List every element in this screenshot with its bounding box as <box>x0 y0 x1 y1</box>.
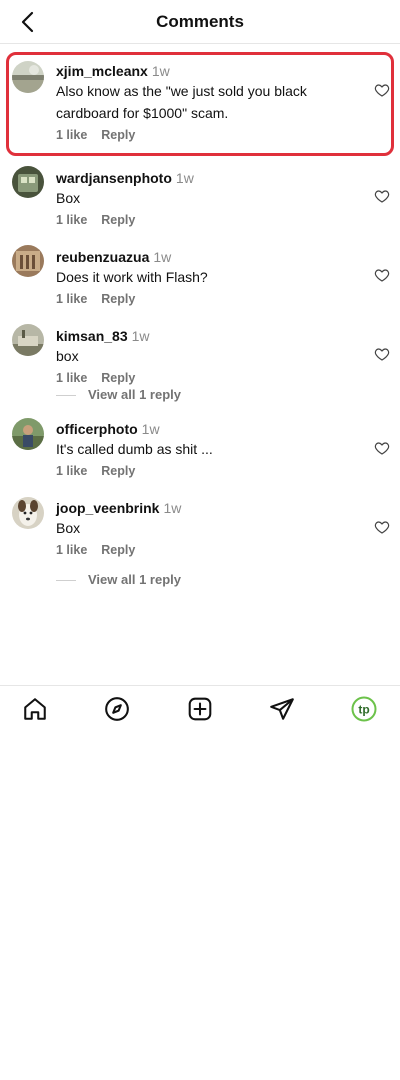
comment-list: xjim_mcleanx 1w Also know as the "we just… <box>0 52 400 591</box>
page-title: Comments <box>156 12 244 31</box>
comment-username[interactable]: joop_veenbrink <box>56 500 159 516</box>
comment-username[interactable]: xjim_mcleanx <box>56 63 148 79</box>
comment-time: 1w <box>141 421 160 437</box>
profile-avatar: tp <box>351 696 377 722</box>
comment-username[interactable]: reubenzuazua <box>56 249 149 265</box>
reply-button[interactable]: Reply <box>101 292 135 306</box>
avatar[interactable] <box>12 166 44 198</box>
like-count[interactable]: 1 like <box>56 543 87 557</box>
comment-time: 1w <box>151 63 170 79</box>
reply-button[interactable]: Reply <box>101 128 135 142</box>
like-count[interactable]: 1 like <box>56 371 87 385</box>
nav-explore[interactable] <box>104 696 130 722</box>
bottom-nav: tp <box>0 685 400 731</box>
send-icon <box>270 698 294 720</box>
comments-header: Comments <box>0 0 400 44</box>
comment-username[interactable]: wardjansenphoto <box>56 170 172 186</box>
reply-divider <box>56 395 76 396</box>
comment-item: xjim_mcleanx 1w Also know as the "we just… <box>0 52 400 156</box>
comment-item: kimsan_83 1w box 1 like Reply <box>0 314 400 386</box>
heart-icon[interactable] <box>374 519 390 535</box>
avatar[interactable] <box>12 418 44 450</box>
comment-time: 1w <box>175 170 194 186</box>
nav-create[interactable] <box>187 696 213 722</box>
reply-button[interactable]: Reply <box>101 464 135 478</box>
view-replies-button[interactable]: View all 1 reply <box>88 572 181 587</box>
comment-text: Box <box>56 190 81 206</box>
comment-item: reubenzuazua 1w Does it work with Flash? … <box>0 235 400 314</box>
comment-username[interactable]: kimsan_83 <box>56 328 128 344</box>
nav-direct[interactable] <box>269 696 295 722</box>
avatar[interactable] <box>12 245 44 277</box>
reply-button[interactable]: Reply <box>101 371 135 385</box>
comment-text: box <box>56 348 79 364</box>
add-post-icon <box>188 697 212 721</box>
avatar[interactable] <box>12 61 44 93</box>
comment-text: Does it work with Flash? <box>56 269 208 285</box>
heart-icon[interactable] <box>374 267 390 283</box>
avatar[interactable] <box>12 497 44 529</box>
compass-icon <box>105 697 129 721</box>
heart-icon[interactable] <box>374 346 390 362</box>
profile-avatar-text: tp <box>358 703 369 717</box>
view-replies-row: View all 1 reply <box>0 571 400 591</box>
home-icon <box>24 698 46 720</box>
like-count[interactable]: 1 like <box>56 464 87 478</box>
view-replies-button[interactable]: View all 1 reply <box>88 387 181 402</box>
comment-text: Box <box>56 520 81 536</box>
like-count[interactable]: 1 like <box>56 292 87 306</box>
view-replies-row: View all 1 reply <box>0 386 400 406</box>
like-count[interactable]: 1 like <box>56 128 87 142</box>
avatar[interactable] <box>12 324 44 356</box>
heart-icon[interactable] <box>374 188 390 204</box>
comment-time: 1w <box>163 500 182 516</box>
reply-divider <box>56 580 76 581</box>
comment-text: It's called dumb as shit ... <box>56 441 213 457</box>
comment-username[interactable]: officerphoto <box>56 421 138 437</box>
heart-icon[interactable] <box>374 82 390 98</box>
nav-home[interactable] <box>22 696 48 722</box>
like-count[interactable]: 1 like <box>56 213 87 227</box>
reply-button[interactable]: Reply <box>101 213 135 227</box>
comment-item: officerphoto 1w It's called dumb as shit … <box>0 418 400 499</box>
nav-profile[interactable]: tp <box>351 696 377 722</box>
heart-icon[interactable] <box>374 440 390 456</box>
comment-time: 1w <box>153 249 172 265</box>
comment-text: Also know as the "we just sold you black… <box>56 83 307 121</box>
reply-button[interactable]: Reply <box>101 543 135 557</box>
comment-time: 1w <box>131 328 150 344</box>
comment-item: joop_veenbrink 1w Box 1 like Reply <box>0 497 400 571</box>
comment-item: wardjansenphoto 1w Box 1 like Reply <box>0 156 400 235</box>
